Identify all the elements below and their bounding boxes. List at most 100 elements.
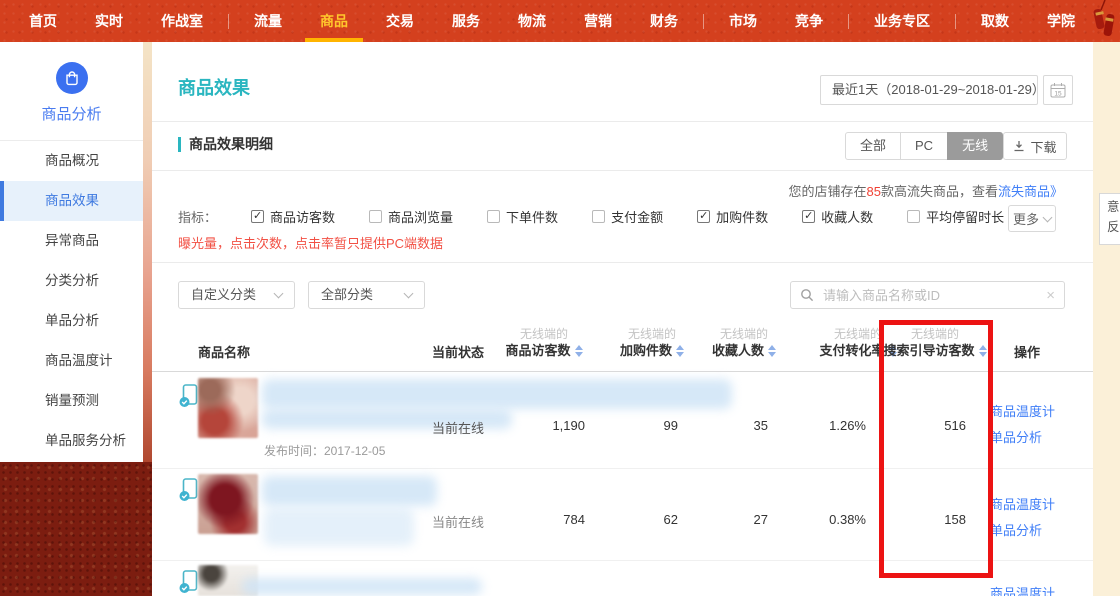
pay-conversion-value: 1.26% — [766, 418, 866, 433]
metric-label: 下单件数 — [506, 207, 558, 226]
clear-icon[interactable]: × — [1046, 287, 1055, 304]
nav-item-trade[interactable]: 交易 — [367, 0, 433, 42]
sidebar-item-category-analysis[interactable]: 分类分析 — [0, 261, 143, 301]
download-button[interactable]: 下载 — [1003, 132, 1067, 160]
sort-icon[interactable] — [768, 345, 776, 357]
nav-item-finance[interactable]: 财务 — [631, 0, 697, 42]
column-prefix: 无线端的 — [689, 327, 799, 342]
festive-background-strip — [143, 42, 152, 462]
action-goods-thermometer-link[interactable]: 商品温度计 — [990, 494, 1055, 513]
metric-option-cart-items[interactable]: 加购件数 — [697, 207, 768, 226]
checkbox-icon[interactable] — [802, 210, 815, 223]
nav-separator — [703, 14, 704, 29]
sidebar-category-label: 商品分析 — [0, 103, 143, 124]
sidebar-menu: 商品概况 商品效果 异常商品 分类分析 单品分析 商品温度计 销量预测 单品服务… — [0, 141, 143, 461]
tab-pc[interactable]: PC — [900, 132, 948, 160]
metric-option-visitors[interactable]: 商品访客数 — [251, 207, 335, 226]
metric-option-pageviews[interactable]: 商品浏览量 — [369, 207, 453, 226]
action-single-item-analysis-link[interactable]: 单品分析 — [990, 427, 1042, 446]
sort-icon[interactable] — [676, 345, 684, 357]
product-thumbnail[interactable] — [198, 378, 258, 438]
nav-item-data-extract[interactable]: 取数 — [962, 0, 1028, 42]
checkbox-icon[interactable] — [697, 210, 710, 223]
nav-separator — [228, 14, 229, 29]
metric-option-orders[interactable]: 下单件数 — [487, 207, 558, 226]
top-nav: 首页 实时 作战室 流量 商品 交易 服务 物流 营销 财务 市场 竞争 业务专… — [0, 0, 1120, 42]
metric-option-pay-amount[interactable]: 支付金额 — [592, 207, 663, 226]
checkbox-icon[interactable] — [251, 210, 264, 223]
all-category-dropdown[interactable]: 全部分类 — [308, 281, 425, 309]
feedback-button[interactable]: 意见 反馈 — [1099, 193, 1120, 245]
nav-item-traffic[interactable]: 流量 — [235, 0, 301, 42]
column-title: 搜索引导访客数 — [883, 342, 974, 360]
nav-item-academy[interactable]: 学院 — [1028, 0, 1094, 42]
nav-item-home[interactable]: 首页 — [10, 0, 76, 42]
sidebar-item-single-item-analysis[interactable]: 单品分析 — [0, 301, 143, 341]
column-favorites[interactable]: 无线端的 收藏人数 — [689, 327, 799, 360]
metric-option-favorites[interactable]: 收藏人数 — [802, 207, 873, 226]
sidebar-item-goods-overview[interactable]: 商品概况 — [0, 141, 143, 181]
nav-item-realtime[interactable]: 实时 — [76, 0, 142, 42]
tab-wireless[interactable]: 无线 — [947, 132, 1003, 160]
checkbox-icon[interactable] — [487, 210, 500, 223]
nav-item-goods[interactable]: 商品 — [301, 0, 367, 42]
search-icon — [800, 288, 814, 302]
all-category-value: 全部分类 — [321, 282, 373, 308]
nav-item-warroom[interactable]: 作战室 — [142, 0, 222, 42]
mobile-verified-icon — [179, 570, 199, 594]
device-tab-group: 全部 PC 无线 — [845, 132, 1003, 160]
notice-prefix: 您的店铺存在 — [788, 184, 866, 199]
section-title: 商品效果明细 — [189, 134, 273, 154]
column-visitors[interactable]: 无线端的 商品访客数 — [489, 327, 599, 360]
checkbox-icon[interactable] — [369, 210, 382, 223]
section-divider — [152, 170, 1093, 171]
action-single-item-analysis-link[interactable]: 单品分析 — [990, 520, 1042, 539]
nav-item-service[interactable]: 服务 — [433, 0, 499, 42]
sort-icon[interactable] — [979, 345, 987, 357]
checkbox-icon[interactable] — [907, 210, 920, 223]
download-label: 下载 — [1030, 137, 1056, 156]
section-accent-bar — [178, 137, 181, 152]
search-input[interactable] — [821, 287, 1046, 304]
action-goods-thermometer-link[interactable]: 商品温度计 — [990, 583, 1055, 596]
loss-goods-link[interactable]: 流失商品》 — [998, 184, 1063, 199]
checkbox-icon[interactable] — [592, 210, 605, 223]
tab-all[interactable]: 全部 — [845, 132, 901, 160]
metric-label: 加购件数 — [716, 207, 768, 226]
column-search-visitors[interactable]: 无线端的 搜索引导访客数 — [875, 327, 995, 360]
favorites-value: 27 — [678, 512, 768, 527]
nav-item-market[interactable]: 市场 — [710, 0, 776, 42]
status-value: 当前在线 — [432, 512, 484, 531]
blurred-product-title — [242, 578, 482, 595]
nav-separator — [848, 14, 849, 29]
sidebar-item-goods-effect[interactable]: 商品效果 — [0, 181, 143, 221]
loss-goods-notice: 您的店铺存在85款高流失商品，查看流失商品》 — [788, 181, 1063, 200]
visitors-value: 784 — [485, 512, 585, 527]
page-title: 商品效果 — [178, 74, 250, 100]
notice-middle: 款高流失商品，查看 — [881, 184, 998, 199]
custom-category-dropdown[interactable]: 自定义分类 — [178, 281, 295, 309]
metric-label: 商品访客数 — [270, 207, 335, 226]
metric-label: 支付金额 — [611, 207, 663, 226]
publish-date: 发布时间：2017-12-05 — [264, 442, 385, 459]
nav-item-business-zone[interactable]: 业务专区 — [855, 0, 949, 42]
more-metrics-button[interactable]: 更多 — [1008, 205, 1056, 232]
date-range-picker: 最近1天（2018-01-29~2018-01-29） 15 — [820, 75, 1073, 105]
metric-option-stay-time[interactable]: 平均停留时长 — [907, 207, 1004, 226]
sort-icon[interactable] — [575, 345, 583, 357]
sidebar-item-sales-forecast[interactable]: 销量预测 — [0, 381, 143, 421]
sidebar-item-goods-thermometer[interactable]: 商品温度计 — [0, 341, 143, 381]
sidebar-item-abnormal-goods[interactable]: 异常商品 — [0, 221, 143, 261]
calendar-icon-button[interactable]: 15 — [1043, 75, 1073, 105]
action-goods-thermometer-link[interactable]: 商品温度计 — [990, 401, 1055, 420]
column-title: 加购件数 — [620, 342, 672, 360]
product-thumbnail[interactable] — [198, 474, 258, 534]
nav-item-logistics[interactable]: 物流 — [499, 0, 565, 42]
header-divider — [152, 121, 1093, 122]
date-range-value[interactable]: 最近1天（2018-01-29~2018-01-29） — [820, 75, 1038, 105]
sidebar-item-single-item-service[interactable]: 单品服务分析 — [0, 421, 143, 461]
nav-item-competition[interactable]: 竞争 — [776, 0, 842, 42]
section-header: 商品效果明细 — [178, 134, 273, 154]
nav-item-marketing[interactable]: 营销 — [565, 0, 631, 42]
column-title: 收藏人数 — [712, 342, 764, 360]
